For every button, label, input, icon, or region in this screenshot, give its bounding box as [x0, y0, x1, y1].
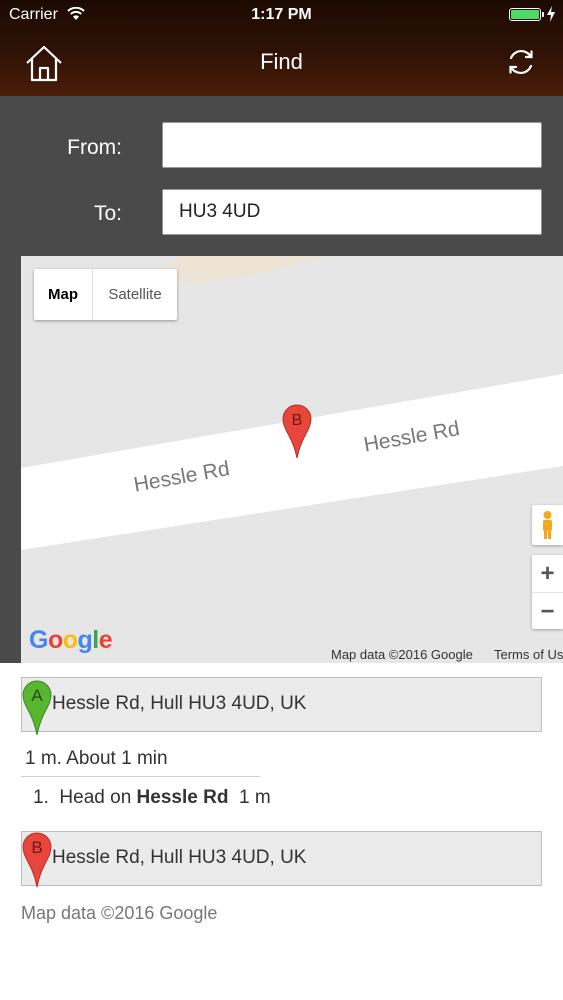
from-input[interactable] [162, 122, 542, 168]
summary-divider [21, 776, 260, 777]
zoom-out-button[interactable]: − [532, 592, 563, 629]
status-time: 1:17 PM [251, 6, 312, 23]
map-view[interactable]: Map Satellite Hessle Rd Hessle Rd B + − … [21, 256, 563, 663]
map-attribution: Map data ©2016 Google [331, 647, 473, 662]
terms-link[interactable]: Terms of Us [494, 647, 563, 662]
start-address[interactable]: A Hessle Rd, Hull HU3 4UD, UK [21, 677, 542, 736]
to-label: To: [93, 202, 122, 225]
marker-b-label: B [31, 838, 42, 857]
road-hessle [21, 374, 563, 550]
charging-icon [547, 6, 555, 22]
map-marker-b-label: B [292, 412, 303, 429]
end-address-text: Hessle Rd, Hull HU3 4UD, UK [52, 847, 307, 868]
marker-a-icon: A [22, 680, 52, 736]
from-label: From: [67, 136, 122, 159]
street-view-button[interactable] [532, 505, 563, 545]
step-text: Head on [59, 787, 132, 808]
map-type-map-button[interactable]: Map [34, 269, 93, 320]
end-address[interactable]: B Hessle Rd, Hull HU3 4UD, UK [21, 831, 542, 888]
map-type-control: Map Satellite [34, 269, 177, 320]
refresh-icon [509, 49, 533, 75]
map-marker-b[interactable]: B [282, 404, 312, 459]
zoom-control: + − [532, 555, 563, 629]
step-road: Hessle Rd [136, 787, 229, 808]
nav-title: Find [260, 49, 303, 74]
zoom-in-button[interactable]: + [532, 555, 563, 592]
step-number: 1. [33, 787, 49, 808]
pegman-icon [543, 511, 552, 539]
route-summary: 1 m. About 1 min [25, 748, 168, 769]
map-type-satellite-button[interactable]: Satellite [93, 269, 177, 320]
battery-level [511, 10, 539, 19]
marker-b-icon: B [22, 832, 52, 888]
battery-tip [542, 12, 544, 17]
directions-attribution: Map data ©2016 Google [21, 903, 218, 923]
battery-icon [509, 8, 544, 21]
marker-a-label: A [31, 686, 43, 705]
google-logo: Google [29, 626, 113, 654]
step-distance: 1 m [238, 787, 271, 808]
app-header: Carrier 1:17 PM Find [0, 0, 563, 96]
direction-step: 1. Head on Hessle Rd 1 m [33, 787, 271, 809]
status-bar: Carrier 1:17 PM [0, 0, 563, 30]
refresh-button[interactable] [505, 46, 537, 78]
start-address-text: Hessle Rd, Hull HU3 4UD, UK [52, 693, 307, 714]
to-input[interactable] [162, 189, 542, 235]
